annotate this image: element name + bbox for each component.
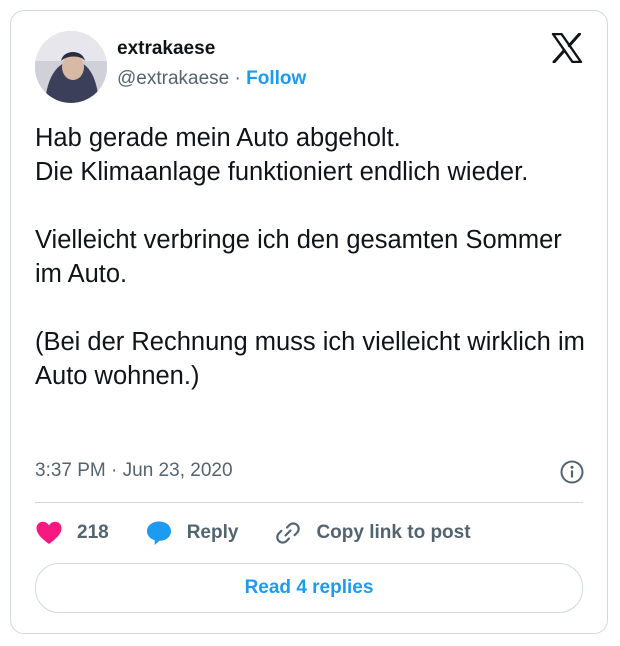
- avatar[interactable]: [35, 31, 107, 103]
- speech-bubble-icon: [146, 521, 171, 545]
- divider: [35, 502, 583, 503]
- reply-label: Reply: [186, 522, 239, 543]
- avatar-image: [35, 31, 107, 103]
- tweet-card: extrakaese @extrakaese · Follow Hab gera…: [10, 10, 608, 634]
- author-display-name[interactable]: extrakaese: [117, 37, 306, 61]
- tweet-header: extrakaese @extrakaese · Follow: [35, 31, 583, 103]
- copy-link-button[interactable]: Copy link to post: [274, 519, 471, 547]
- handle-row: @extrakaese · Follow: [117, 67, 306, 91]
- like-button[interactable]: 218: [35, 519, 109, 547]
- read-replies-button[interactable]: Read 4 replies: [35, 563, 583, 613]
- info-icon[interactable]: [559, 459, 585, 485]
- action-bar: 218 Reply Copy link to post: [35, 518, 507, 548]
- like-count: 218: [77, 522, 109, 543]
- tweet-line: (Bei der Rechnung muss ich vielleicht wi…: [35, 328, 585, 390]
- heart-icon: [36, 521, 62, 544]
- author-handle[interactable]: @extrakaese: [117, 68, 229, 89]
- x-logo-icon[interactable]: [551, 33, 583, 63]
- tweet-timestamp[interactable]: 3:37 PM · Jun 23, 2020: [35, 459, 233, 483]
- copy-link-label: Copy link to post: [316, 522, 471, 543]
- link-icon: [276, 522, 301, 544]
- author-block: extrakaese @extrakaese · Follow: [117, 37, 306, 91]
- tweet-line: Die Klimaanlage funktioniert endlich wie…: [35, 158, 529, 186]
- handle-separator: ·: [234, 68, 241, 89]
- tweet-line: Hab gerade mein Auto abgeholt.: [35, 124, 401, 152]
- tweet-line: Vielleicht verbringe ich den gesamten So…: [35, 226, 562, 288]
- reply-button[interactable]: Reply: [145, 519, 239, 547]
- tweet-text: Hab gerade mein Auto abgeholt. Die Klima…: [35, 121, 595, 393]
- follow-button[interactable]: Follow: [246, 68, 306, 89]
